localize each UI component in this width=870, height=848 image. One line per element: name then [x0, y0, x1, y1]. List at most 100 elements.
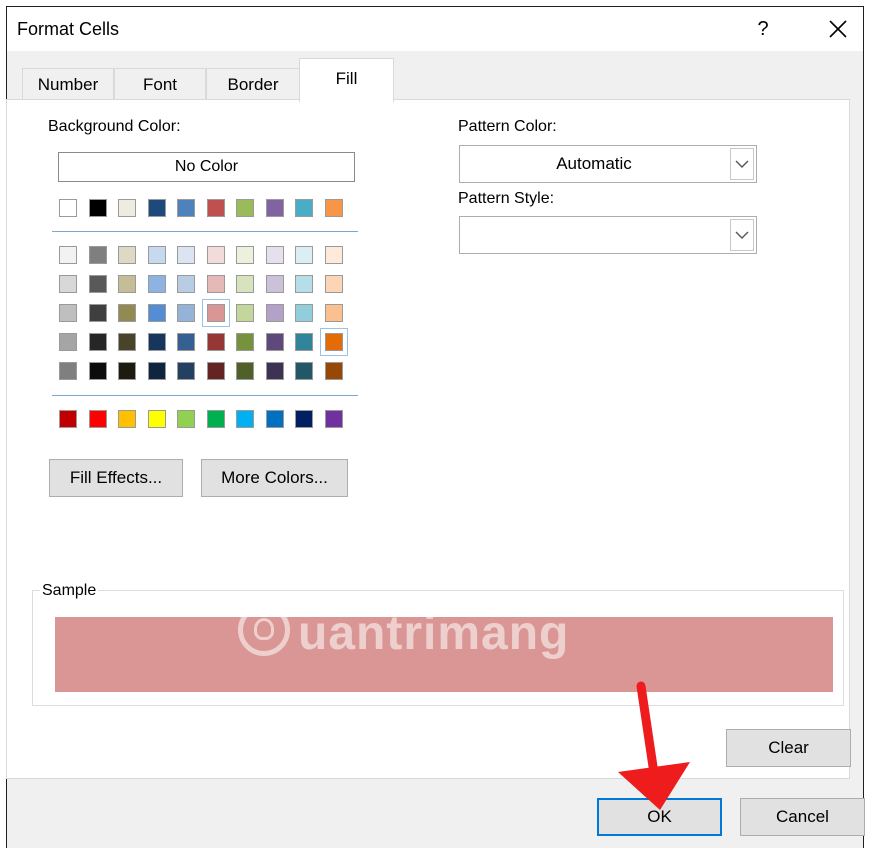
- color-swatch-shade2-7[interactable]: [236, 275, 254, 293]
- watermark-text: uantrimang: [298, 607, 570, 660]
- color-swatch-shade5-3[interactable]: [118, 362, 136, 380]
- color-swatch-standard-6[interactable]: [207, 410, 225, 428]
- color-swatch-shade3-1[interactable]: [59, 304, 77, 322]
- color-swatch-shade4-9[interactable]: [295, 333, 313, 351]
- tab-border[interactable]: Border: [206, 68, 300, 100]
- color-swatch-shade4-1[interactable]: [59, 333, 77, 351]
- title-bar: Format Cells ?: [7, 7, 863, 51]
- close-icon: [829, 20, 847, 38]
- color-swatch-shade4-7[interactable]: [236, 333, 254, 351]
- color-swatch-shade4-8[interactable]: [266, 333, 284, 351]
- color-swatch-theme-8[interactable]: [266, 199, 284, 217]
- color-swatch-theme-9[interactable]: [295, 199, 313, 217]
- cancel-button[interactable]: Cancel: [740, 798, 865, 836]
- pattern-style-dropdown[interactable]: [459, 216, 757, 254]
- pattern-color-value: Automatic: [556, 154, 632, 173]
- color-swatch-shade1-4[interactable]: [148, 246, 166, 264]
- pattern-style-arrow[interactable]: [730, 219, 754, 251]
- clear-button[interactable]: Clear: [726, 729, 851, 767]
- color-swatch-shade3-10[interactable]: [325, 304, 343, 322]
- color-swatch-shade1-3[interactable]: [118, 246, 136, 264]
- color-swatch-standard-10[interactable]: [325, 410, 343, 428]
- color-swatch-shade3-9[interactable]: [295, 304, 313, 322]
- color-swatch-shade1-1[interactable]: [59, 246, 77, 264]
- color-swatch-shade5-6[interactable]: [207, 362, 225, 380]
- color-swatch-standard-9[interactable]: [295, 410, 313, 428]
- color-swatch-standard-3[interactable]: [118, 410, 136, 428]
- color-swatch-theme-10[interactable]: [325, 199, 343, 217]
- color-swatch-shade1-8[interactable]: [266, 246, 284, 264]
- color-swatch-shade2-3[interactable]: [118, 275, 136, 293]
- color-swatch-shade3-3[interactable]: [118, 304, 136, 322]
- color-swatch-shade4-6[interactable]: [207, 333, 225, 351]
- color-swatch-theme-4[interactable]: [148, 199, 166, 217]
- color-swatch-standard-5[interactable]: [177, 410, 195, 428]
- fill-effects-button[interactable]: Fill Effects...: [49, 459, 183, 497]
- lightbulb-icon: [254, 618, 274, 640]
- color-swatch-shade5-7[interactable]: [236, 362, 254, 380]
- color-swatch-shade1-9[interactable]: [295, 246, 313, 264]
- sample-label: Sample: [40, 582, 99, 600]
- background-color-label: Background Color:: [48, 118, 181, 135]
- color-swatch-standard-1[interactable]: [59, 410, 77, 428]
- color-swatch-theme-2[interactable]: [89, 199, 107, 217]
- pattern-color-arrow[interactable]: [730, 148, 754, 180]
- color-swatch-shade4-2[interactable]: [89, 333, 107, 351]
- color-swatch-shade2-5[interactable]: [177, 275, 195, 293]
- color-swatch-shade1-10[interactable]: [325, 246, 343, 264]
- color-swatch-shade5-4[interactable]: [148, 362, 166, 380]
- palette-separator-bottom: [52, 395, 358, 396]
- color-swatch-shade3-7[interactable]: [236, 304, 254, 322]
- color-swatch-shade3-5[interactable]: [177, 304, 195, 322]
- pattern-color-label: Pattern Color:: [458, 118, 557, 135]
- color-swatch-theme-7[interactable]: [236, 199, 254, 217]
- color-swatch-shade4-4[interactable]: [148, 333, 166, 351]
- selected-swatch-highlight: [202, 299, 230, 327]
- color-swatch-shade1-7[interactable]: [236, 246, 254, 264]
- more-colors-button[interactable]: More Colors...: [201, 459, 348, 497]
- color-swatch-shade2-6[interactable]: [207, 275, 225, 293]
- color-swatch-shade2-10[interactable]: [325, 275, 343, 293]
- color-swatch-shade5-1[interactable]: [59, 362, 77, 380]
- color-swatch-shade3-4[interactable]: [148, 304, 166, 322]
- pattern-style-value: [460, 217, 728, 253]
- tab-fill[interactable]: Fill: [299, 58, 394, 102]
- color-swatch-shade1-2[interactable]: [89, 246, 107, 264]
- color-swatch-shade2-9[interactable]: [295, 275, 313, 293]
- hover-swatch-highlight: [320, 328, 348, 356]
- no-color-button[interactable]: No Color: [58, 152, 355, 182]
- color-swatch-shade3-2[interactable]: [89, 304, 107, 322]
- tab-number[interactable]: Number: [22, 68, 114, 100]
- color-swatch-shade4-3[interactable]: [118, 333, 136, 351]
- pattern-color-dropdown[interactable]: Automatic: [459, 145, 757, 183]
- chevron-down-icon: [735, 231, 749, 239]
- color-swatch-standard-2[interactable]: [89, 410, 107, 428]
- color-swatch-shade4-5[interactable]: [177, 333, 195, 351]
- tab-font[interactable]: Font: [114, 68, 206, 100]
- pattern-style-label: Pattern Style:: [458, 190, 555, 207]
- color-swatch-shade5-2[interactable]: [89, 362, 107, 380]
- color-swatch-shade5-9[interactable]: [295, 362, 313, 380]
- watermark-logo: uantrimang: [238, 596, 638, 668]
- help-button[interactable]: ?: [751, 15, 775, 43]
- color-swatch-shade5-10[interactable]: [325, 362, 343, 380]
- color-swatch-shade3-8[interactable]: [266, 304, 284, 322]
- chevron-down-icon: [735, 160, 749, 168]
- color-swatch-shade1-5[interactable]: [177, 246, 195, 264]
- close-button[interactable]: [823, 15, 853, 43]
- color-swatch-shade2-1[interactable]: [59, 275, 77, 293]
- dialog-title: Format Cells: [17, 19, 120, 39]
- color-swatch-standard-8[interactable]: [266, 410, 284, 428]
- color-swatch-shade2-8[interactable]: [266, 275, 284, 293]
- color-swatch-theme-6[interactable]: [207, 199, 225, 217]
- color-swatch-shade5-5[interactable]: [177, 362, 195, 380]
- color-swatch-shade5-8[interactable]: [266, 362, 284, 380]
- color-swatch-theme-5[interactable]: [177, 199, 195, 217]
- color-swatch-standard-4[interactable]: [148, 410, 166, 428]
- color-swatch-shade2-4[interactable]: [148, 275, 166, 293]
- color-swatch-theme-3[interactable]: [118, 199, 136, 217]
- color-swatch-standard-7[interactable]: [236, 410, 254, 428]
- color-swatch-theme-1[interactable]: [59, 199, 77, 217]
- color-swatch-shade2-2[interactable]: [89, 275, 107, 293]
- color-swatch-shade1-6[interactable]: [207, 246, 225, 264]
